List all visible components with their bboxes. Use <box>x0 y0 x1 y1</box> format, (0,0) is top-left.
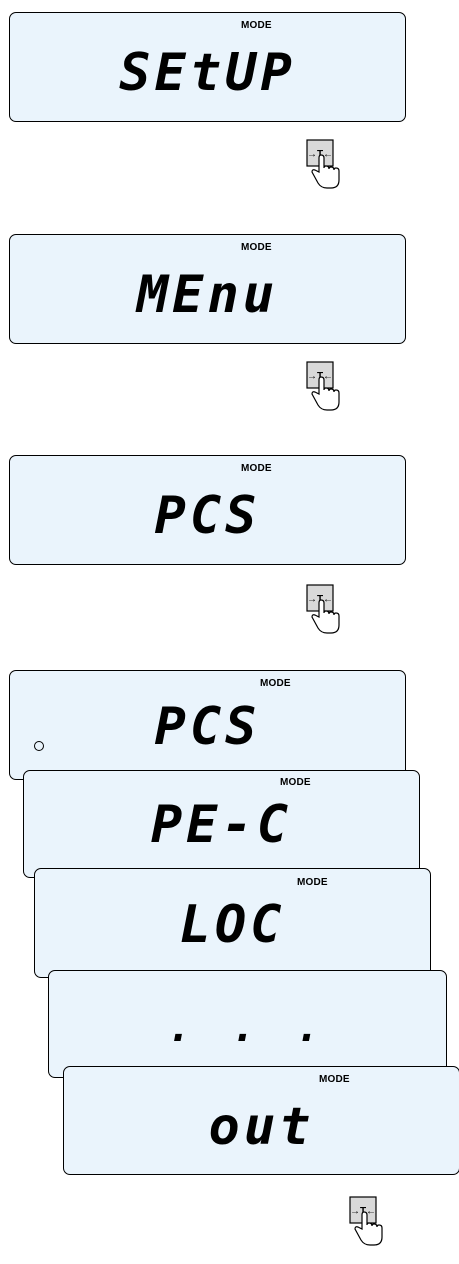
mode-label: MODE <box>241 463 272 474</box>
mode-label: MODE <box>297 877 328 888</box>
lcd-display-pcs-selected: MODE PCS <box>9 670 406 780</box>
display-text: MEnu <box>136 265 279 325</box>
tare-key[interactable]: →T← <box>348 1195 394 1259</box>
mode-label: MODE <box>319 1074 350 1085</box>
mode-label: MODE <box>241 20 272 31</box>
display-text: PE-C <box>150 795 293 855</box>
tare-key[interactable]: →T← <box>305 138 351 202</box>
lcd-display-out: MODE out <box>63 1066 459 1175</box>
display-text: LOC <box>179 895 286 955</box>
tare-key[interactable]: →T← <box>305 583 351 647</box>
display-text: SEtUP <box>119 43 296 103</box>
mode-label: MODE <box>280 777 311 788</box>
lcd-display-loc: MODE LOC <box>34 868 431 978</box>
display-text: . . . <box>167 1005 328 1051</box>
lcd-display-per-c: MODE PE-C <box>23 770 420 878</box>
mode-label: MODE <box>241 242 272 253</box>
display-text: PCS <box>154 486 261 546</box>
lcd-display-menu: MODE MEnu <box>9 234 406 344</box>
lcd-display-pcs: MODE PCS <box>9 455 406 565</box>
lcd-display-setup: MODE SEtUP <box>9 12 406 122</box>
tare-key[interactable]: →T← <box>305 360 351 424</box>
display-text: out <box>208 1097 315 1157</box>
mode-label: MODE <box>260 678 291 689</box>
display-text: PCS <box>154 697 261 757</box>
lcd-display-more: . . . <box>48 970 447 1078</box>
